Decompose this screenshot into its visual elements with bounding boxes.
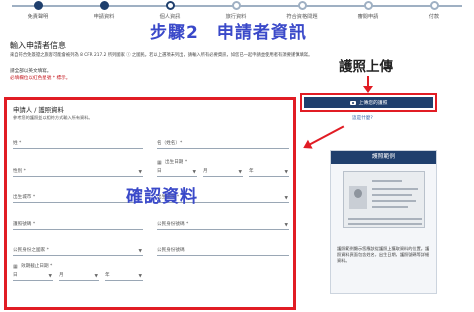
mrz-line [348, 218, 422, 220]
step-travel[interactable]: 旅行資料 [204, 0, 268, 20]
step-label: 付款 [428, 14, 440, 20]
passport-number-field[interactable]: 護照號碼 * [13, 219, 143, 230]
dob-year-select[interactable]: 年 ▼ [249, 166, 289, 177]
citizenship-country-select[interactable]: 公民身份之國家 * ▼ [13, 245, 143, 256]
birth-city-placeholder: 出生城市 * [13, 195, 36, 200]
intro-text: 來自符合免簽證之旅客可能會被列為 8 CFR 217.2 所列國家 ⓘ 之國民。… [10, 53, 313, 58]
page-title: 輸入申請者信息 [10, 41, 66, 50]
chevron-down-icon: ▼ [238, 170, 242, 175]
text-line [372, 206, 408, 208]
step-dot [99, 1, 109, 10]
step-application[interactable]: 申請資料 [72, 0, 136, 20]
surname-placeholder: 姓 * [13, 141, 22, 146]
camera-icon [349, 100, 356, 105]
chevron-down-icon: ▼ [284, 223, 288, 228]
step-dot [363, 1, 373, 10]
dob-month-select[interactable]: 月 ▼ [203, 166, 243, 177]
gender-placeholder: 性別 * [13, 169, 26, 174]
expiry-label: 效期截止日期 * [21, 264, 53, 269]
step-dot [297, 1, 307, 10]
chevron-down-icon: ▼ [138, 274, 142, 279]
step-label: 申請資料 [93, 14, 115, 20]
chevron-down-icon: ▼ [192, 170, 196, 175]
expiry-month-select[interactable]: 月 ▼ [59, 270, 99, 281]
annotation-step-title: 步驟2 申請者資訊 [150, 23, 307, 43]
chevron-down-icon: ▼ [138, 249, 142, 254]
text-line [372, 180, 402, 182]
arrow-down-icon [363, 76, 373, 93]
step-dot [429, 1, 439, 10]
step-label: 審閱申請 [357, 14, 379, 20]
example-title: 護照範例 [331, 151, 436, 164]
form-title: 申請人 / 護照資料 [13, 106, 64, 114]
dob-day-select[interactable]: 日 ▼ [157, 166, 197, 177]
given-name-placeholder: 名（姓名）* [157, 141, 183, 146]
chevron-down-icon: ▼ [94, 274, 98, 279]
citizenship-id-field[interactable]: 公民身份號碼 [157, 245, 289, 256]
portrait-icon [349, 186, 367, 209]
step-dot [231, 1, 241, 10]
dob-label: 出生日期 * [165, 160, 188, 165]
expiry-month: 月 [59, 273, 64, 278]
step-eligibility[interactable]: 符合資格問題 [270, 0, 334, 20]
gender-select[interactable]: 性別 * ▼ [13, 166, 143, 177]
step-dot [165, 1, 175, 10]
birth-city-field[interactable]: 出生城市 * [13, 192, 143, 203]
annotation-confirm: 確認資料 [126, 187, 198, 207]
passport-number-placeholder: 護照號碼 * [13, 222, 36, 227]
citizenship-id-placeholder: 公民身份號碼 [157, 248, 185, 253]
mrz-line [348, 223, 422, 225]
passport-sample-image [343, 171, 425, 228]
expiry-year: 年 [105, 273, 110, 278]
arrow-left-icon [304, 125, 345, 148]
passport-example-card: 護照範例 護照範例顯示您應該從護照上獲取資料的位置。護照資料頁面包含姓名，出生日… [330, 150, 437, 294]
help-link[interactable]: 這是什麼? [352, 115, 373, 121]
upload-highlight: 上傳您的護照 [300, 93, 437, 112]
step-label: 免責聲明 [27, 14, 49, 20]
step-review[interactable]: 審閱申請 [336, 0, 400, 20]
form-subtitle: 參考您的護照並以相符方式輸入所有資料。 [13, 115, 93, 120]
expiry-day-select[interactable]: 日 ▼ [13, 270, 53, 281]
notice: 請全部以英文填寫。 必填欄位以紅色星號 * 標示。 [10, 69, 70, 82]
text-line [372, 194, 412, 196]
example-note: 護照範例顯示您應該從護照上獲取資料的位置。護照資料頁面包含姓名，出生日期，護照號… [337, 246, 430, 263]
expiry-year-select[interactable]: 年 ▼ [105, 270, 143, 281]
step-disclaimer[interactable]: 免責聲明 [6, 0, 70, 20]
text-line [372, 200, 416, 202]
national-id-field[interactable]: 公民身份號碼 * ▼ [157, 219, 289, 230]
upload-passport-button[interactable]: 上傳您的護照 [304, 97, 433, 108]
chevron-down-icon: ▼ [48, 274, 52, 279]
notice-required: 必填欄位以紅色星號 * 標示。 [10, 75, 71, 81]
step-payment[interactable]: 付款 [402, 0, 466, 20]
expiry-day: 日 [13, 273, 18, 278]
dob-month: 月 [203, 169, 208, 174]
chevron-down-icon: ▼ [284, 170, 288, 175]
upload-passport-label: 上傳您的護照 [358, 101, 388, 106]
national-id-placeholder: 公民身份號碼 * [157, 222, 189, 227]
step-dot [33, 1, 43, 10]
text-line [372, 188, 418, 190]
annotation-passport-upload: 護照上傳 [339, 59, 393, 75]
citizenship-country-placeholder: 公民身份之國家 * [13, 248, 49, 253]
step-personal-info[interactable]: 個人資訊 [138, 0, 202, 20]
surname-field[interactable]: 姓 * [13, 138, 143, 149]
chevron-down-icon: ▼ [138, 170, 142, 175]
given-name-field[interactable]: 名（姓名）* [157, 138, 289, 149]
dob-day: 日 [157, 169, 162, 174]
dob-year: 年 [249, 169, 254, 174]
chevron-down-icon: ▼ [284, 196, 288, 201]
page: 免責聲明 申請資料 個人資訊 旅行資料 符合資格問題 審閱申請 付款 步驟2 申… [0, 0, 474, 312]
